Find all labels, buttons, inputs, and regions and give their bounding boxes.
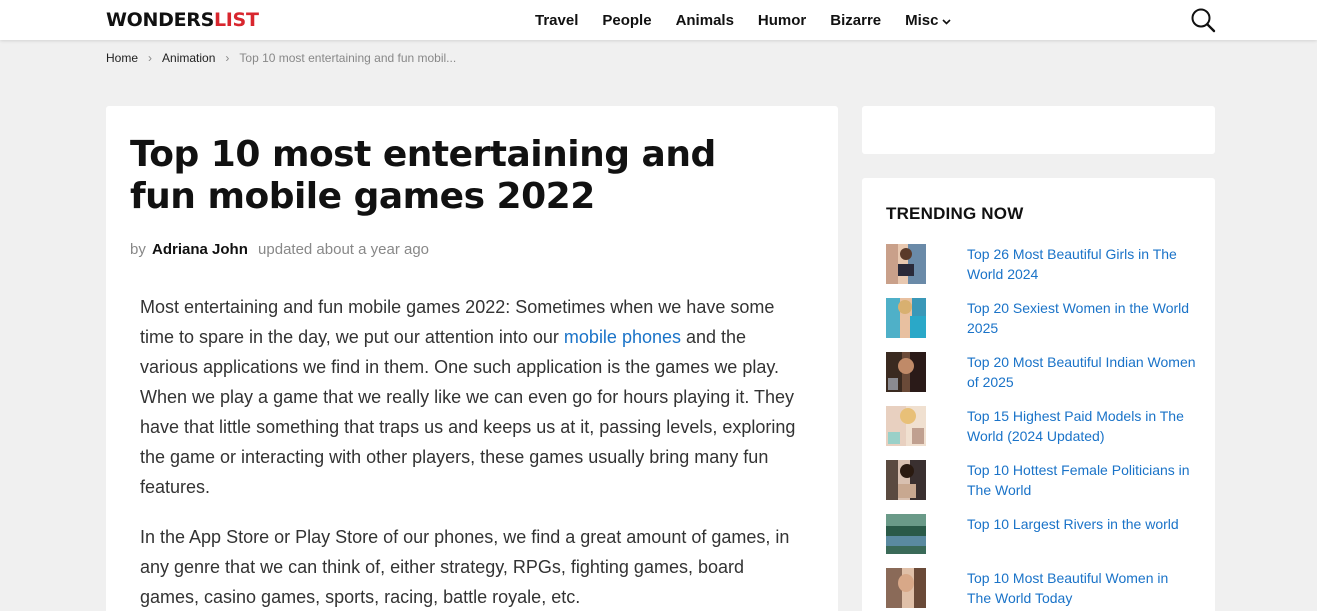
trending-thumbnail[interactable] — [886, 352, 926, 392]
nav-bizarre[interactable]: Bizarre — [830, 12, 881, 29]
trending-thumbnail[interactable] — [886, 460, 926, 500]
trending-item[interactable]: Top 15 Highest Paid Models in The World … — [886, 406, 1196, 460]
nav-travel[interactable]: Travel — [535, 12, 578, 29]
nav-misc-label: Misc — [905, 11, 939, 29]
nav-humor[interactable]: Humor — [758, 12, 806, 29]
trending-link[interactable]: Top 26 Most Beautiful Girls in The World… — [967, 244, 1196, 298]
site-logo[interactable]: WONDERSLIST — [106, 8, 259, 32]
byline-by: by — [130, 241, 146, 258]
site-header: WONDERSLIST Travel People Animals Humor … — [0, 0, 1317, 40]
article-title: Top 10 most entertaining and fun mobile … — [130, 134, 716, 217]
trending-list: Top 26 Most Beautiful Girls in The World… — [886, 244, 1196, 611]
trending-item[interactable]: Top 26 Most Beautiful Girls in The World… — [886, 244, 1196, 298]
trending-link[interactable]: Top 15 Highest Paid Models in The World … — [967, 406, 1196, 460]
article-body: Most entertaining and fun mobile games 2… — [140, 292, 805, 611]
trending-title: TRENDING NOW — [886, 204, 1024, 223]
trending-widget: TRENDING NOW Top 26 Most Beautiful Girls… — [862, 178, 1215, 611]
trending-item[interactable]: Top 10 Largest Rivers in the world — [886, 514, 1196, 568]
trending-item[interactable]: Top 20 Sexiest Women in the World 2025 — [886, 298, 1196, 352]
trending-link[interactable]: Top 20 Sexiest Women in the World 2025 — [967, 298, 1196, 352]
nav-animals[interactable]: Animals — [676, 12, 734, 29]
breadcrumb-current: Top 10 most entertaining and fun mobil..… — [239, 51, 457, 65]
search-icon[interactable] — [1190, 7, 1216, 38]
nav-misc[interactable]: Misc — [905, 11, 952, 29]
breadcrumb: Home › Animation › Top 10 most entertain… — [106, 51, 456, 65]
article-byline: by Adriana John updated about a year ago — [130, 241, 429, 258]
sidebar-ad-slot — [862, 106, 1215, 154]
trending-item[interactable]: Top 10 Most Beautiful Women in The World… — [886, 568, 1196, 611]
trending-thumbnail[interactable] — [886, 244, 926, 284]
logo-part-2: LIST — [213, 9, 259, 31]
trending-link[interactable]: Top 10 Largest Rivers in the world — [967, 514, 1179, 568]
breadcrumb-separator: › — [148, 51, 153, 65]
breadcrumb-category[interactable]: Animation — [162, 51, 215, 65]
trending-link[interactable]: Top 20 Most Beautiful Indian Women of 20… — [967, 352, 1196, 406]
trending-link[interactable]: Top 10 Hottest Female Politicians in The… — [967, 460, 1196, 514]
trending-item[interactable]: Top 10 Hottest Female Politicians in The… — [886, 460, 1196, 514]
breadcrumb-separator: › — [225, 51, 230, 65]
trending-thumbnail[interactable] — [886, 406, 926, 446]
chevron-down-icon — [942, 12, 952, 29]
article-paragraph: In the App Store or Play Store of our ph… — [140, 527, 790, 607]
trending-thumbnail[interactable] — [886, 514, 926, 554]
trending-thumbnail[interactable] — [886, 568, 926, 608]
trending-thumbnail[interactable] — [886, 298, 926, 338]
author-link[interactable]: Adriana John — [152, 241, 248, 258]
mobile-phones-link[interactable]: mobile phones — [564, 327, 681, 347]
article-card: Top 10 most entertaining and fun mobile … — [106, 106, 838, 611]
main-nav: Travel People Animals Humor Bizarre Misc — [535, 0, 975, 40]
updated-time: updated about a year ago — [258, 241, 430, 258]
paragraph-text: and the various applications we find in … — [140, 327, 796, 497]
breadcrumb-home[interactable]: Home — [106, 51, 138, 65]
article-paragraph: Most entertaining and fun mobile games 2… — [140, 292, 805, 502]
trending-link[interactable]: Top 10 Most Beautiful Women in The World… — [967, 568, 1196, 611]
logo-part-1: WONDERS — [106, 9, 214, 31]
trending-item[interactable]: Top 20 Most Beautiful Indian Women of 20… — [886, 352, 1196, 406]
nav-people[interactable]: People — [602, 12, 651, 29]
